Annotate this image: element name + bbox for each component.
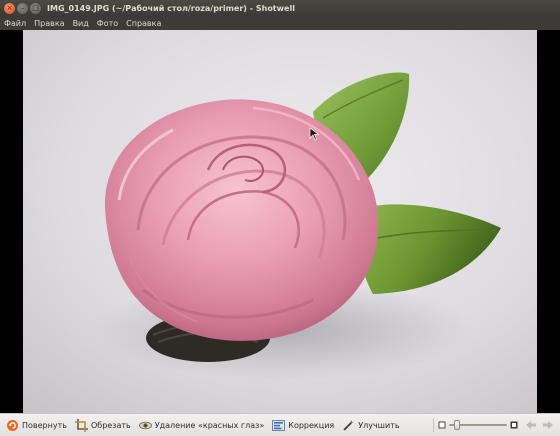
adjust-label: Коррекция — [288, 420, 335, 430]
menu-edit[interactable]: Правка — [30, 19, 68, 28]
menu-view[interactable]: Вид — [69, 19, 93, 28]
rotate-icon — [6, 419, 19, 432]
menu-file[interactable]: Файл — [0, 19, 30, 28]
maximize-button[interactable]: □ — [30, 3, 41, 14]
redeye-icon — [138, 419, 152, 432]
menu-bar: Файл Правка Вид Фото Справка — [0, 17, 560, 30]
redeye-button[interactable]: Удаление «красных глаз» — [137, 416, 267, 434]
close-button[interactable]: × — [4, 3, 15, 14]
adjust-button[interactable]: Коррекция — [270, 416, 336, 434]
crop-button[interactable]: Обрезать — [73, 416, 133, 434]
enhance-label: Улучшить — [358, 420, 400, 430]
photo-image — [23, 30, 537, 413]
photo-viewport[interactable] — [0, 30, 560, 413]
edit-toolbar: Повернуть Обрезать Удаление «красных гла… — [0, 413, 560, 436]
enhance-icon — [342, 419, 355, 432]
enhance-button[interactable]: Улучшить — [340, 416, 401, 434]
minimize-button[interactable]: – — [17, 3, 28, 14]
zoom-controls — [430, 416, 560, 434]
window-title: IMG_0149.JPG (~/Рабочий стол/roza/primer… — [47, 4, 295, 13]
title-bar: × – □ IMG_0149.JPG (~/Рабочий стол/roza/… — [0, 0, 560, 17]
zoom-slider-knob[interactable] — [454, 420, 460, 430]
adjust-icon — [272, 419, 286, 432]
crop-label: Обрезать — [90, 420, 131, 430]
zoom-in-icon[interactable] — [510, 421, 518, 429]
menu-help[interactable]: Справка — [122, 19, 165, 28]
toolbar-separator — [433, 418, 434, 432]
crop-icon — [74, 418, 88, 432]
rotate-button[interactable]: Повернуть — [4, 416, 69, 434]
redeye-label: Удаление «красных глаз» — [154, 420, 265, 430]
zoom-slider[interactable] — [449, 420, 507, 430]
back-arrow-icon[interactable] — [524, 418, 538, 432]
menu-photo[interactable]: Фото — [93, 19, 122, 28]
rotate-label: Повернуть — [22, 420, 67, 430]
forward-arrow-icon[interactable] — [541, 418, 555, 432]
zoom-out-icon[interactable] — [438, 421, 446, 429]
